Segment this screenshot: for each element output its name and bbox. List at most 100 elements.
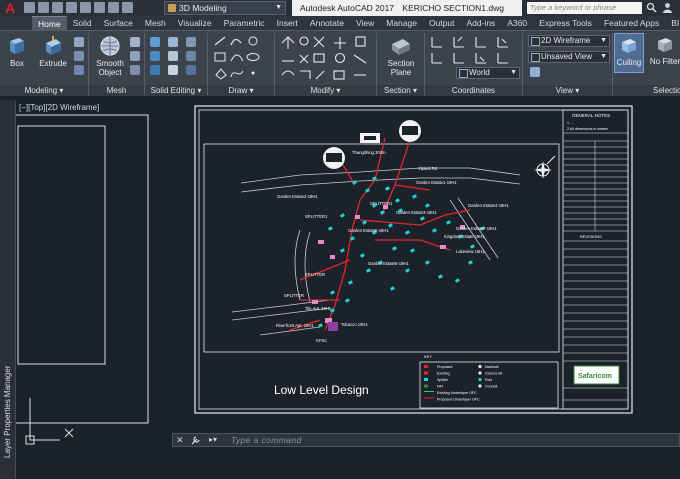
command-input[interactable]: Type a command — [231, 434, 302, 446]
chevron-down-icon: ▼ — [510, 69, 517, 76]
intersect-icon[interactable] — [150, 65, 160, 75]
chevron-down-icon: ▼ — [600, 37, 607, 44]
culling-button[interactable]: Culling — [614, 33, 644, 73]
map-label-garden-estate-3: Garden Estate3-19H1 — [396, 210, 437, 215]
refine-mesh-icon[interactable] — [130, 65, 140, 75]
legend-swatch — [424, 371, 428, 375]
thicken-icon[interactable] — [168, 65, 178, 75]
redo-icon[interactable] — [108, 2, 119, 13]
tab-featured-apps[interactable]: Featured Apps — [598, 16, 665, 30]
offset-edge-icon[interactable] — [186, 51, 196, 61]
ribbon-panel: Box Extrude Modeling ▾ Smooth Object Mes… — [0, 30, 680, 97]
user-icon[interactable] — [662, 2, 673, 13]
sweep-icon[interactable] — [74, 51, 84, 61]
tab-express-tools[interactable]: Express Tools — [533, 16, 598, 30]
map-label-garden-estate-4: Garden Estate4-19H1 — [468, 203, 509, 208]
filter-icon — [658, 38, 672, 52]
new-file-icon[interactable] — [24, 2, 35, 13]
legend-item: Pole — [485, 378, 492, 382]
smooth-object-icon — [100, 36, 120, 56]
network-node — [424, 260, 430, 265]
extrude-label: Extrude — [39, 59, 67, 68]
extrude-button[interactable]: Extrude — [36, 33, 70, 68]
network-node — [327, 226, 333, 231]
tab-manage[interactable]: Manage — [380, 16, 423, 30]
legend-item: Conduit — [485, 385, 497, 389]
search-icon[interactable] — [646, 2, 657, 13]
presspull-icon[interactable] — [74, 37, 84, 47]
network-node — [437, 274, 443, 279]
interfere-icon[interactable] — [168, 37, 178, 47]
company-logo-text: Safaricom — [578, 373, 612, 380]
plot-icon[interactable] — [80, 2, 91, 13]
box-label: Box — [10, 59, 24, 68]
tab-solid[interactable]: Solid — [67, 16, 98, 30]
culling-icon — [622, 39, 636, 53]
map-label-tile: Tile Apt. 19H1 — [305, 306, 332, 311]
customize-icon[interactable] — [191, 435, 201, 445]
ribbon-tabs: Home Solid Surface Mesh Visualize Parametric I… — [0, 16, 680, 30]
section-plane-label-2: Plane — [390, 68, 412, 77]
ucs-dropdown[interactable]: World ▼ — [456, 67, 520, 79]
general-notes-heading: GENERAL NOTES — [572, 113, 610, 118]
mesh-smooth-less-icon[interactable] — [130, 51, 140, 61]
tab-home[interactable]: Home — [32, 16, 67, 30]
no-filter-label: No Filter — [649, 57, 680, 66]
tab-a360[interactable]: A360 — [501, 16, 533, 30]
open-file-icon[interactable] — [38, 2, 49, 13]
loft-icon[interactable] — [74, 65, 84, 75]
legend-swatch — [478, 377, 482, 382]
network-node — [424, 203, 430, 208]
viewport-config-icon[interactable] — [530, 67, 540, 77]
application-menu-button[interactable]: A — [0, 0, 20, 16]
legend-swatch — [478, 364, 482, 369]
map-label-kingdom: Kingdom Estate 19H1 — [444, 234, 485, 239]
map-label-garden-estate-7: Garden Estate7-19H1 — [456, 226, 497, 231]
box-button[interactable]: Box — [4, 33, 30, 68]
shell-icon[interactable] — [186, 65, 196, 75]
note-2: 2.All dimensions in metres — [567, 127, 608, 131]
section-plane-button[interactable]: Section Plane — [381, 33, 421, 77]
named-view-dropdown[interactable]: Unsaved View ▼ — [528, 51, 610, 63]
layer-properties-manager-tab[interactable]: Layer Properties Manager — [1, 338, 15, 459]
app-title: Autodesk AutoCAD 2017 — [300, 3, 395, 13]
tab-mesh[interactable]: Mesh — [139, 16, 172, 30]
north-arrow — [534, 155, 556, 179]
tab-add-ins[interactable]: Add-ins — [460, 16, 501, 30]
union-icon[interactable] — [150, 37, 160, 47]
left-sheet-border — [13, 114, 149, 424]
tab-surface[interactable]: Surface — [98, 16, 139, 30]
map-label-lakeview: Lakeview 19H1 — [456, 249, 485, 254]
tab-bi[interactable]: BI — [665, 16, 680, 30]
network-node — [467, 260, 473, 265]
command-line[interactable]: ✕ ▸▾ Type a command — [172, 433, 680, 447]
tab-parametric[interactable]: Parametric — [218, 16, 271, 30]
extract-edges-icon[interactable] — [186, 37, 196, 47]
search-input[interactable]: Type a keyword or phrase — [527, 2, 642, 14]
share-icon[interactable] — [122, 2, 133, 13]
subtract-icon[interactable] — [150, 51, 160, 61]
close-icon[interactable]: ✕ — [176, 434, 184, 446]
tab-output[interactable]: Output — [423, 16, 461, 30]
recent-commands-icon[interactable]: ▸▾ — [209, 434, 217, 446]
smooth-object-label-1: Smooth — [96, 59, 124, 68]
smooth-object-button[interactable]: Smooth Object — [92, 33, 128, 77]
section-plane-label-1: Section — [387, 59, 415, 68]
mesh-smooth-more-icon[interactable] — [130, 37, 140, 47]
network-node — [394, 198, 400, 203]
workspace-dropdown[interactable]: 3D Modeling ▼ — [164, 1, 286, 15]
save-icon[interactable] — [52, 2, 63, 13]
undo-icon[interactable] — [94, 2, 105, 13]
tab-view[interactable]: View — [350, 16, 380, 30]
network-node — [454, 278, 460, 283]
no-filter-button[interactable]: No Filter — [648, 33, 680, 66]
legend-item: Existing Underlayer OFC — [437, 391, 477, 395]
tab-annotate[interactable]: Annotate — [304, 16, 350, 30]
save-as-icon[interactable] — [66, 2, 77, 13]
tab-visualize[interactable]: Visualize — [172, 16, 218, 30]
ucs-tools-icons — [431, 36, 508, 64]
slice-icon[interactable] — [168, 51, 178, 61]
visual-style-value: 2D Wireframe — [541, 36, 591, 45]
tab-insert[interactable]: Insert — [271, 16, 304, 30]
visual-style-dropdown[interactable]: 2D Wireframe ▼ — [528, 35, 610, 47]
